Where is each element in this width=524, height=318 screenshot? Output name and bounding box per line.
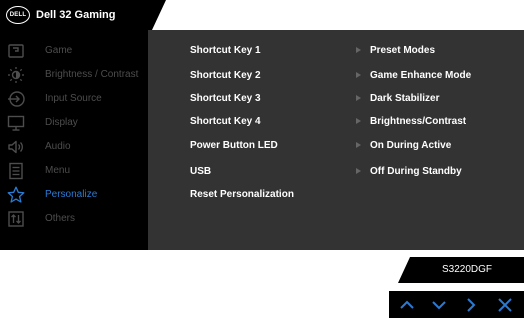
sidebar-item-audio[interactable]: Audio	[0, 135, 148, 159]
setting-label: Shortcut Key 2	[190, 70, 261, 81]
triangle-right-icon	[356, 142, 361, 148]
sidebar-item-others[interactable]: Others	[0, 207, 148, 231]
audio-icon	[7, 138, 25, 156]
down-arrow-icon[interactable]	[429, 295, 449, 315]
triangle-right-icon	[356, 95, 361, 101]
sidebar-item-display[interactable]: Display	[0, 111, 148, 135]
sidebar-item-label: Display	[45, 117, 78, 128]
close-icon[interactable]	[495, 295, 515, 315]
control-bar	[389, 291, 524, 318]
setting-row-shortcut-key-2[interactable]: Shortcut Key 2 Game Enhance Mode	[148, 64, 524, 88]
sidebar-item-menu[interactable]: Menu	[0, 159, 148, 183]
setting-label: Reset Personalization	[190, 189, 294, 200]
setting-row-shortcut-key-4[interactable]: Shortcut Key 4 Brightness/Contrast	[148, 110, 524, 134]
menu-icon	[7, 162, 25, 180]
triangle-right-icon	[356, 47, 361, 53]
setting-row-usb[interactable]: USB Off During Standby	[148, 160, 524, 184]
setting-label: Power Button LED	[190, 140, 278, 151]
triangle-right-icon	[356, 118, 361, 124]
right-arrow-icon[interactable]	[461, 295, 481, 315]
setting-row-shortcut-key-3[interactable]: Shortcut Key 3 Dark Stabilizer	[148, 87, 524, 111]
setting-label: Shortcut Key 1	[190, 45, 261, 56]
game-icon	[7, 42, 25, 60]
setting-value: Brightness/Contrast	[370, 116, 467, 127]
setting-value: Off During Standby	[370, 166, 462, 177]
monitor-title: Dell 32 Gaming Monitor	[36, 9, 116, 51]
sidebar-item-label: Personalize	[45, 189, 98, 200]
setting-row-shortcut-key-1[interactable]: Shortcut Key 1 Preset Modes	[148, 39, 524, 63]
setting-value: Preset Modes	[370, 45, 436, 56]
input-source-icon	[7, 90, 25, 108]
triangle-right-icon	[356, 168, 361, 174]
triangle-right-icon	[356, 72, 361, 78]
sidebar-item-label: Menu	[45, 165, 71, 176]
setting-value: Dark Stabilizer	[370, 93, 440, 104]
sidebar-item-label: Game	[45, 45, 73, 56]
sidebar-item-label: Brightness / Contrast	[45, 69, 139, 80]
setting-row-reset-personalization[interactable]: Reset Personalization	[148, 183, 524, 207]
setting-label: Shortcut Key 4	[190, 116, 261, 127]
setting-label: USB	[190, 166, 212, 177]
star-icon	[7, 186, 25, 204]
others-icon	[7, 210, 25, 228]
model-badge: S3220DGF	[398, 257, 524, 283]
up-arrow-icon[interactable]	[397, 295, 417, 315]
dell-logo: DELL	[6, 6, 30, 24]
title-tab: DELL Dell 32 Gaming Monitor	[0, 0, 166, 51]
setting-value: Game Enhance Mode	[370, 70, 472, 81]
sidebar-item-input-source[interactable]: Input Source	[0, 87, 148, 111]
personalize-content: Shortcut Key 1 Preset Modes Shortcut Key…	[148, 30, 524, 250]
osd-menu: Game Brightness / Contrast Input Source …	[0, 30, 524, 250]
sidebar-item-game[interactable]: Game	[0, 39, 148, 63]
display-icon	[7, 114, 25, 132]
model-name: S3220DGF	[441, 264, 493, 275]
sidebar-item-brightness[interactable]: Brightness / Contrast	[0, 63, 148, 87]
setting-value: On During Active	[370, 140, 452, 151]
sidebar-item-label: Input Source	[45, 93, 102, 104]
sidebar-item-personalize[interactable]: Personalize	[0, 183, 148, 207]
setting-label: Shortcut Key 3	[190, 93, 261, 104]
sidebar-item-label: Audio	[45, 141, 71, 152]
setting-row-power-button-led[interactable]: Power Button LED On During Active	[148, 134, 524, 158]
sidebar-item-label: Others	[45, 213, 76, 224]
sidebar: Game Brightness / Contrast Input Source …	[0, 30, 148, 250]
brightness-icon	[7, 66, 25, 84]
